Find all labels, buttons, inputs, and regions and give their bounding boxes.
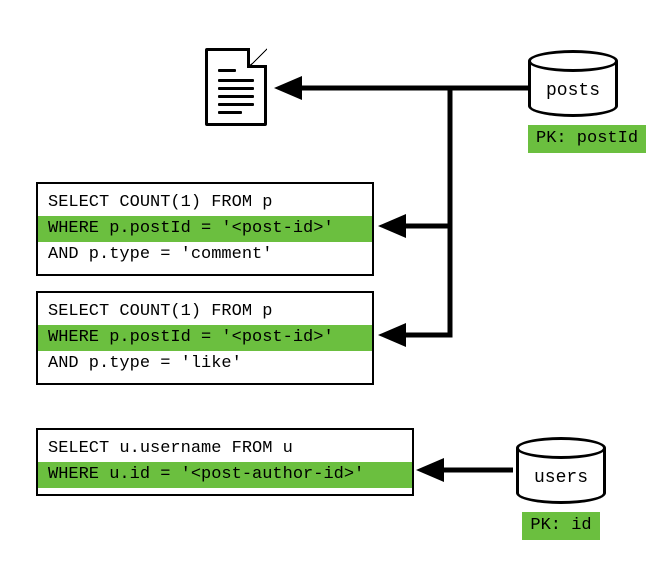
arrow-users-to-query3-head (416, 458, 444, 482)
query-author-username: SELECT u.username FROM u WHERE u.id = '<… (36, 428, 414, 496)
posts-database: posts PK: postId (528, 50, 646, 153)
arrow-posts-to-query2 (398, 88, 450, 335)
posts-pk-badge: PK: postId (528, 125, 646, 153)
query3-line2: WHERE u.id = '<post-author-id>' (38, 462, 412, 488)
query2-line3: AND p.type = 'like' (48, 351, 362, 377)
query3-line1: SELECT u.username FROM u (48, 436, 402, 462)
posts-db-label: posts (546, 81, 600, 101)
arrow-posts-to-doc-head (274, 76, 302, 100)
query1-line2: WHERE p.postId = '<post-id>' (38, 216, 372, 242)
query-likes-count: SELECT COUNT(1) FROM p WHERE p.postId = … (36, 291, 374, 385)
query1-line1: SELECT COUNT(1) FROM p (48, 190, 362, 216)
arrow-posts-to-query2-head (378, 323, 406, 347)
users-database: users PK: id (516, 437, 606, 540)
query-comments-count: SELECT COUNT(1) FROM p WHERE p.postId = … (36, 182, 374, 276)
query1-line3: AND p.type = 'comment' (48, 242, 362, 268)
document-icon (205, 48, 267, 126)
arrow-posts-to-query1-head (378, 214, 406, 238)
users-db-label: users (534, 468, 588, 488)
query2-line2: WHERE p.postId = '<post-id>' (38, 325, 372, 351)
query2-line1: SELECT COUNT(1) FROM p (48, 299, 362, 325)
users-pk-badge: PK: id (522, 512, 599, 540)
